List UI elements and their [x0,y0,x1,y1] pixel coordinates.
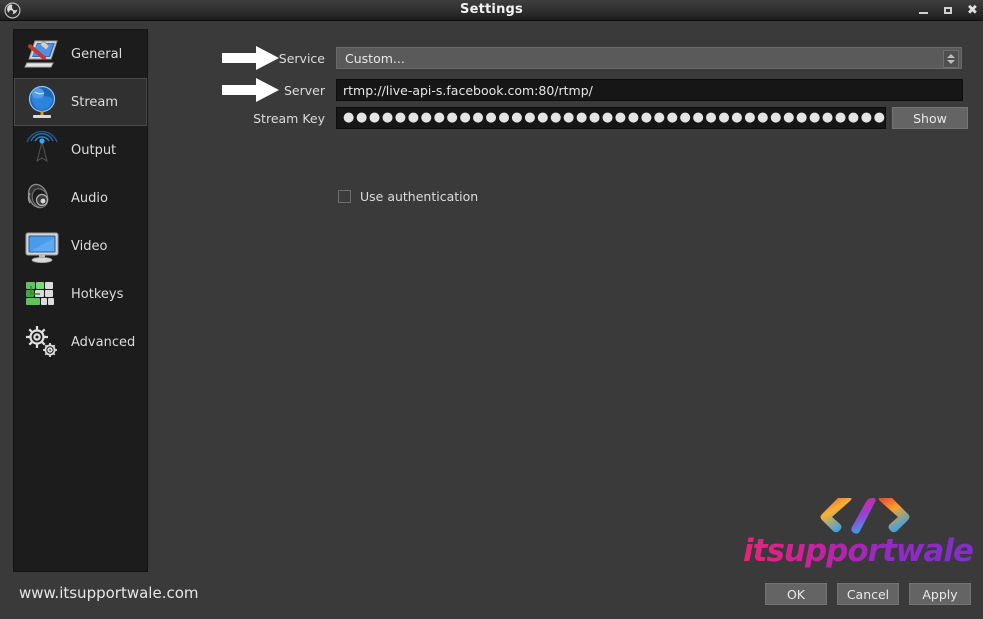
use-authentication-checkbox[interactable] [338,190,351,203]
sidebar-item-general[interactable]: General [14,30,147,78]
server-label-wrap: Server [160,83,325,98]
server-label: Server [284,83,325,98]
use-authentication-label: Use authentication [360,189,479,204]
sidebar-item-output[interactable]: Output [14,126,147,174]
sidebar-item-hotkeys[interactable]: Hotkeys [14,270,147,318]
watermark: itsupportwale [733,495,983,575]
general-icon [21,33,63,75]
video-icon [21,225,63,267]
title-bar: Settings ✖ [0,0,983,21]
sidebar-item-label: Video [71,238,108,254]
sidebar-item-label: Output [71,142,117,158]
settings-sidebar: General Stream Output Audio Video Hotkey… [13,29,148,572]
watermark-brand: itsupportwale [733,533,983,569]
settings-window: Settings ✖ General Stream Output Audio V… [0,0,983,619]
sidebar-item-label: Hotkeys [71,286,124,302]
advanced-icon [21,321,63,363]
apply-button[interactable]: Apply [909,583,971,605]
maximize-icon[interactable] [942,4,955,17]
audio-icon [21,177,63,219]
window-title: Settings [460,2,523,17]
window-controls: ✖ [918,0,979,21]
dialog-buttons: OK Cancel Apply [765,583,971,605]
stream-key-input[interactable]: ●●●●●●●●●●●●●●●●●●●●●●●●●●●●●●●●●●●●●●●●… [336,107,886,129]
hotkeys-icon [21,273,63,315]
service-dropdown[interactable]: Custom... [336,47,962,69]
service-label: Service [278,51,325,66]
cancel-button[interactable]: Cancel [837,583,899,605]
use-authentication-row[interactable]: Use authentication [338,189,478,204]
chevron-updown-icon[interactable] [943,50,959,68]
close-icon[interactable]: ✖ [966,4,979,17]
sidebar-item-label: Audio [71,190,108,206]
output-icon [21,129,63,171]
minimize-icon[interactable] [918,4,931,17]
stream-icon [21,81,63,123]
sidebar-item-label: Stream [71,94,119,110]
stream-key-label: Stream Key [253,111,325,126]
sidebar-item-label: Advanced [71,334,136,350]
stream-key-masked-value: ●●●●●●●●●●●●●●●●●●●●●●●●●●●●●●●●●●●●●●●●… [343,110,885,125]
service-label-wrap: Service [160,51,325,66]
sidebar-item-stream[interactable]: Stream [14,78,147,126]
sidebar-item-label: General [71,46,123,62]
sidebar-item-audio[interactable]: Audio [14,174,147,222]
site-url-text: www.itsupportwale.com [19,584,199,602]
show-stream-key-button[interactable]: Show [892,107,968,129]
stream-key-label-wrap: Stream Key [160,111,325,126]
service-value: Custom... [345,50,405,66]
stream-settings-pane: Service Custom... Server rtmp://live-api… [160,29,970,572]
sidebar-item-video[interactable]: Video [14,222,147,270]
server-input[interactable]: rtmp://live-api-s.facebook.com:80/rtmp/ [336,79,963,101]
code-brackets-icon [820,498,910,534]
ok-button[interactable]: OK [765,583,827,605]
sidebar-item-advanced[interactable]: Advanced [14,318,147,366]
